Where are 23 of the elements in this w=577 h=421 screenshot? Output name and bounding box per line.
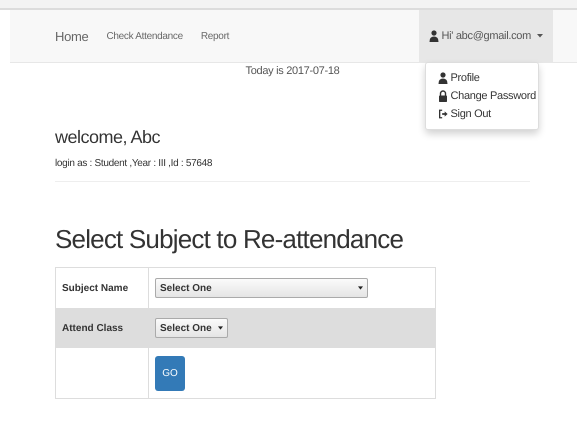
field-label: Attend Class [62,322,124,334]
user-menu-toggle[interactable]: Hi' abc@gmail.com [418,10,553,62]
page-heading: Select Subject to Re-attendance [55,224,404,255]
nav-link[interactable]: Home [55,28,88,44]
class-select[interactable]: Select One [155,318,228,338]
sign-out-icon [438,108,448,120]
caret-icon [218,326,223,330]
subject-select[interactable]: Select One [155,278,368,298]
login-info: login as : Student ,Year : III ,Id : 57648 [55,158,214,169]
user-icon [438,72,448,84]
go-button[interactable]: GO [155,356,185,390]
menu-item[interactable]: Sign Out [426,105,538,123]
caret-icon [358,286,363,290]
nav-link[interactable]: Report [200,30,230,42]
date-text: Today is 2017-07-18 [244,65,340,77]
nav-link[interactable]: Check Attendance [106,30,183,42]
lock-icon [438,90,448,102]
user-icon [428,30,439,42]
menu-item[interactable]: Change Password [426,87,538,105]
menu-item[interactable]: Profile [426,69,538,87]
field-label: Subject Name [62,282,128,294]
welcome-text: welcome, Abc [55,127,162,148]
caret-icon [537,34,543,38]
